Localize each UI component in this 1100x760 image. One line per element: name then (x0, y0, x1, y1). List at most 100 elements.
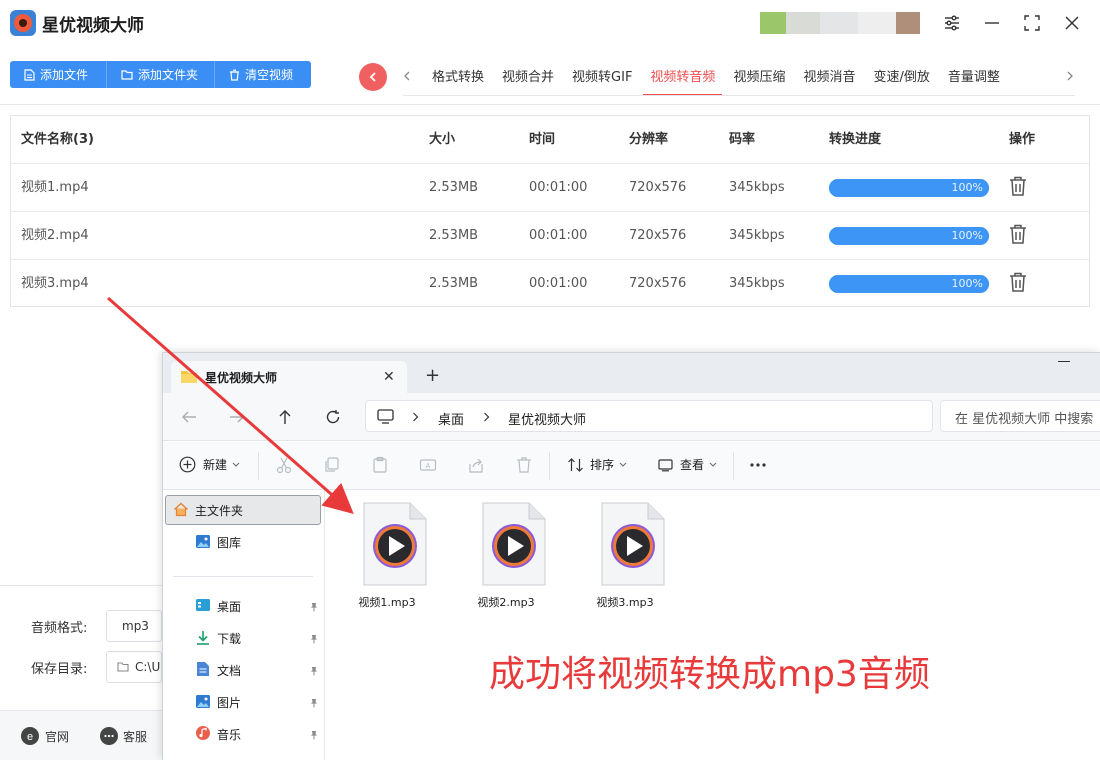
add-file-label: 添加文件 (40, 68, 89, 82)
explorer-search-input[interactable]: 在 星优视频大师 中搜索 (940, 400, 1100, 432)
command-separator (733, 452, 734, 480)
folder-icon (121, 70, 133, 80)
address-bar[interactable]: 桌面 星优视频大师 (365, 400, 933, 432)
pin-icon[interactable] (309, 666, 319, 676)
app-title: 星优视频大师 (42, 16, 144, 36)
up-arrow-icon[interactable] (276, 408, 294, 426)
file-explorer-window: 星优视频大师 ✕ + 桌面 星优视频大师 在 星优视频大师 中搜索 新建 A 排… (162, 352, 1100, 760)
sort-button[interactable]: 排序 (567, 456, 627, 473)
tab-volume-adjust[interactable]: 音量调整 (941, 62, 1007, 96)
file-duration: 00:01:00 (529, 228, 588, 243)
chevron-down-icon (619, 462, 627, 467)
refresh-icon[interactable] (324, 408, 342, 426)
paste-icon[interactable] (371, 456, 389, 474)
forward-arrow-icon[interactable] (228, 408, 246, 426)
chevron-right-icon (484, 412, 490, 422)
computer-icon (377, 409, 394, 424)
nav-home-entry[interactable]: 主文件夹 (173, 502, 243, 519)
nav-item-music[interactable]: 音乐 (196, 726, 242, 743)
cut-icon[interactable] (275, 456, 293, 474)
chevron-down-icon (709, 462, 717, 467)
minimize-icon[interactable] (977, 8, 1007, 38)
view-icon (658, 458, 673, 471)
tab-scroll-left-button[interactable] (400, 66, 414, 86)
maximize-icon[interactable] (1017, 8, 1047, 38)
folder-icon (181, 371, 197, 383)
media-file-icon (482, 502, 546, 586)
column-header-size: 大小 (429, 132, 456, 147)
website-link[interactable]: e 官网 (20, 726, 69, 746)
table-row[interactable]: 视频3.mp4 2.53MB 00:01:00 720x576 345kbps … (11, 260, 1089, 308)
pin-icon[interactable] (309, 602, 319, 612)
copy-icon[interactable] (323, 456, 341, 474)
explorer-tab-bar: 星优视频大师 ✕ + (163, 353, 1100, 393)
tab-video-to-audio[interactable]: 视频转音频 (643, 62, 723, 96)
nav-item-pictures[interactable]: 图片 (196, 694, 242, 711)
new-button[interactable]: 新建 (179, 456, 240, 473)
file-size: 2.53MB (429, 276, 479, 291)
more-options-icon[interactable] (749, 456, 767, 474)
file-item[interactable]: 视频3.mp3 (575, 502, 675, 612)
add-file-button[interactable]: 添加文件 (10, 61, 107, 88)
nav-music-label: 音乐 (217, 728, 242, 742)
toolbar: 添加文件 添加文件夹 清空视频 (10, 61, 311, 88)
file-size: 2.53MB (429, 228, 479, 243)
pin-icon[interactable] (309, 634, 319, 644)
file-resolution: 720x576 (629, 228, 687, 243)
close-tab-icon[interactable]: ✕ (383, 369, 395, 385)
picture-icon (196, 695, 210, 708)
audio-format-select[interactable]: mp3 (106, 610, 162, 642)
tab-scroll-right-button[interactable] (1063, 66, 1077, 86)
tab-video-mute[interactable]: 视频消音 (796, 62, 862, 96)
delete-icon[interactable] (1009, 224, 1027, 244)
explorer-nav-bar: 桌面 星优视频大师 在 星优视频大师 中搜索 (163, 393, 1100, 441)
save-dir-input[interactable]: C:\U (106, 651, 162, 683)
tab-video-compress[interactable]: 视频压缩 (726, 62, 792, 96)
file-item[interactable]: 视频1.mp3 (337, 502, 437, 612)
app-logo-icon (10, 10, 36, 36)
tab-back-button[interactable] (359, 63, 387, 91)
clear-videos-button[interactable]: 清空视频 (215, 61, 311, 88)
new-tab-icon[interactable]: + (425, 365, 440, 386)
close-icon[interactable] (1057, 8, 1087, 38)
pin-icon[interactable] (309, 730, 319, 740)
delete-icon[interactable] (1009, 176, 1027, 196)
title-bar: 星优视频大师 (0, 0, 1100, 46)
file-item-name: 视频1.mp3 (358, 596, 416, 609)
delete-icon[interactable] (515, 456, 533, 474)
explorer-tab-title: 星优视频大师 (205, 371, 278, 385)
nav-divider (173, 576, 313, 577)
file-resolution: 720x576 (629, 180, 687, 195)
delete-icon[interactable] (1009, 272, 1027, 292)
nav-item-desktop[interactable]: 桌面 (196, 598, 242, 615)
explorer-command-bar: 新建 A 排序 查看 (163, 442, 1100, 490)
table-row[interactable]: 视频2.mp4 2.53MB 00:01:00 720x576 345kbps … (11, 212, 1089, 260)
tab-format-convert[interactable]: 格式转换 (425, 62, 491, 96)
breadcrumb-desktop[interactable]: 桌面 (438, 409, 464, 428)
tab-speed-reverse[interactable]: 变速/倒放 (866, 62, 936, 96)
rename-icon[interactable]: A (419, 456, 437, 474)
nav-item-gallery[interactable]: 图库 (196, 534, 241, 551)
file-item[interactable]: 视频2.mp3 (456, 502, 556, 612)
breadcrumb-current-folder[interactable]: 星优视频大师 (508, 409, 586, 428)
nav-item-documents[interactable]: 文档 (197, 662, 241, 679)
back-arrow-icon[interactable] (180, 408, 198, 426)
tab-video-merge[interactable]: 视频合并 (495, 62, 561, 96)
nav-desktop-label: 桌面 (217, 600, 242, 614)
home-icon (173, 502, 189, 517)
chevron-right-icon (413, 412, 419, 422)
tab-video-to-gif[interactable]: 视频转GIF (565, 62, 639, 96)
support-link[interactable]: 客服 (99, 726, 147, 746)
nav-pictures-label: 图片 (217, 696, 242, 710)
nav-item-downloads[interactable]: 下载 (197, 630, 241, 647)
explorer-minimize-icon[interactable] (1058, 361, 1070, 362)
view-button[interactable]: 查看 (657, 456, 717, 473)
media-file-icon (601, 502, 665, 586)
share-icon[interactable] (467, 456, 485, 474)
pin-icon[interactable] (309, 698, 319, 708)
column-header-time: 时间 (529, 132, 556, 147)
add-folder-button[interactable]: 添加文件夹 (107, 61, 215, 88)
settings-sliders-icon[interactable] (937, 8, 967, 38)
user-avatar[interactable] (760, 12, 920, 34)
table-row[interactable]: 视频1.mp4 2.53MB 00:01:00 720x576 345kbps … (11, 164, 1089, 212)
